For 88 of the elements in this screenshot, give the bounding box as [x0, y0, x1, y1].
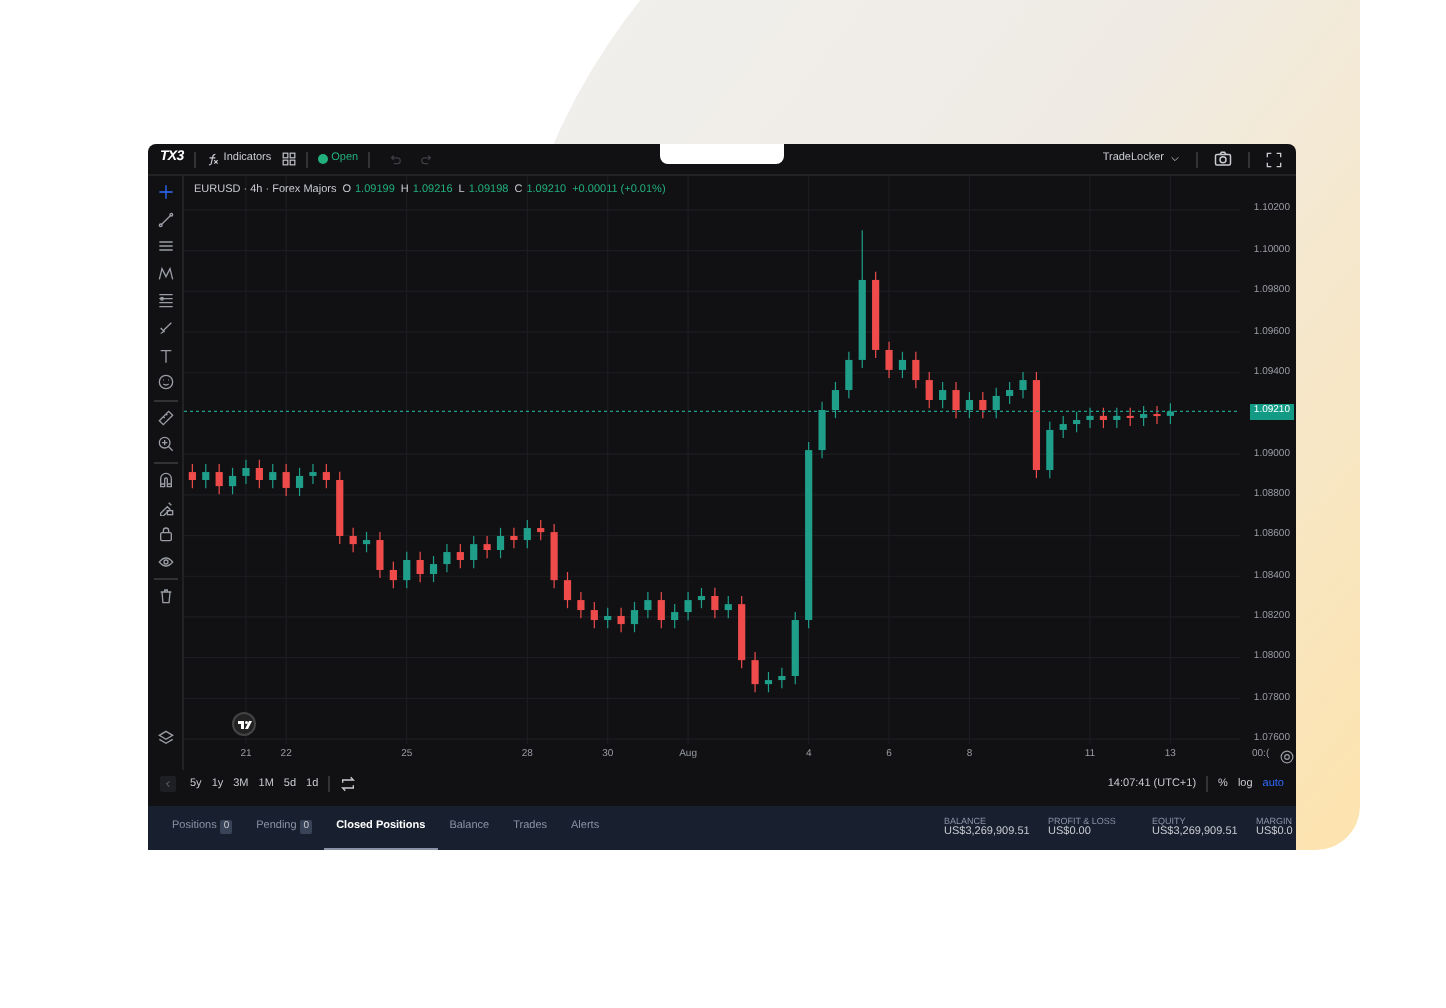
candlestick	[443, 543, 451, 573]
candlestick	[188, 463, 196, 489]
candlestick	[751, 651, 759, 693]
candlestick	[657, 591, 665, 629]
candlestick	[617, 607, 625, 633]
candlestick	[1140, 405, 1148, 427]
candlestick	[644, 591, 652, 619]
candlestick	[885, 341, 893, 379]
layers-icon[interactable]	[157, 730, 173, 746]
candlestick	[389, 561, 397, 589]
candlestick	[711, 587, 719, 619]
candlestick	[604, 607, 612, 629]
candlestick	[1006, 381, 1014, 405]
candlestick	[992, 387, 1000, 419]
candlestick	[1086, 407, 1094, 429]
candlestick	[764, 671, 773, 693]
candlestick	[202, 463, 210, 489]
candlestick	[496, 527, 505, 559]
candlestick	[470, 535, 478, 569]
candlestick	[563, 571, 572, 609]
emoji-icon[interactable]	[157, 374, 173, 391]
candlestick	[228, 467, 237, 495]
function-icon[interactable]	[205, 152, 220, 166]
candlestick	[349, 527, 357, 553]
candlestick	[242, 459, 250, 485]
candlestick	[630, 601, 639, 633]
candlestick	[577, 591, 585, 619]
candlestick	[1059, 415, 1067, 439]
candlestick	[845, 351, 853, 399]
candlestick	[831, 381, 840, 419]
compare-icon[interactable]	[340, 776, 357, 792]
settings-icon[interactable]	[1280, 749, 1294, 763]
layout-grid-icon[interactable]	[281, 152, 296, 166]
candlestick	[215, 463, 223, 495]
candlestick	[269, 463, 277, 489]
candlestick	[1046, 421, 1054, 479]
candlestick	[1113, 407, 1121, 429]
crosshair-icon[interactable]	[157, 184, 173, 200]
candlestick	[376, 531, 384, 579]
trash-icon[interactable]	[157, 588, 173, 605]
candlestick	[403, 551, 411, 589]
candlestick	[295, 467, 304, 497]
candlestick	[952, 381, 960, 419]
candlestick	[456, 543, 464, 569]
pattern-icon[interactable]	[157, 265, 173, 282]
candlestick	[697, 587, 706, 609]
ruler-icon[interactable]	[157, 409, 173, 426]
candlestick	[590, 601, 598, 629]
candlestick	[362, 531, 371, 553]
eye-icon[interactable]	[157, 553, 173, 570]
candlestick	[510, 527, 518, 549]
candlestick	[1019, 371, 1027, 399]
candlestick	[1073, 411, 1081, 433]
candlestick	[416, 551, 424, 583]
lock-drawing-icon[interactable]	[157, 499, 173, 516]
candlestick	[965, 391, 974, 419]
candlestick	[925, 371, 933, 409]
candlestick	[1126, 407, 1134, 427]
line-icon[interactable]	[157, 211, 173, 228]
camera-notch	[660, 144, 784, 164]
candlestick	[429, 555, 438, 583]
candlestick	[778, 667, 786, 689]
candlestick	[322, 463, 330, 489]
text-tool-icon[interactable]	[157, 347, 173, 364]
candlestick	[671, 603, 679, 629]
candlestick	[912, 351, 920, 389]
candlestick	[818, 401, 826, 459]
candlestick	[282, 463, 290, 497]
candlestick	[1166, 402, 1174, 425]
candlestick	[684, 591, 692, 621]
channel-icon[interactable]	[157, 238, 173, 255]
candlestick	[939, 381, 947, 409]
fullscreen-icon[interactable]	[1266, 151, 1282, 167]
caret-icon[interactable]	[1170, 154, 1180, 164]
candlestick	[1153, 405, 1161, 425]
candlestick	[537, 519, 545, 541]
zoom-in-icon[interactable]	[157, 436, 173, 453]
camera-icon[interactable]	[1214, 150, 1232, 168]
lock-icon[interactable]	[157, 526, 173, 543]
candlestick	[483, 535, 491, 559]
candlestick	[255, 459, 263, 489]
candlestick	[979, 391, 987, 419]
candlestick	[309, 463, 317, 485]
candlestick	[724, 595, 732, 619]
magnet-icon[interactable]	[157, 471, 173, 488]
candlestick	[523, 519, 531, 549]
candlestick	[898, 351, 907, 379]
candlestick	[1099, 407, 1108, 429]
